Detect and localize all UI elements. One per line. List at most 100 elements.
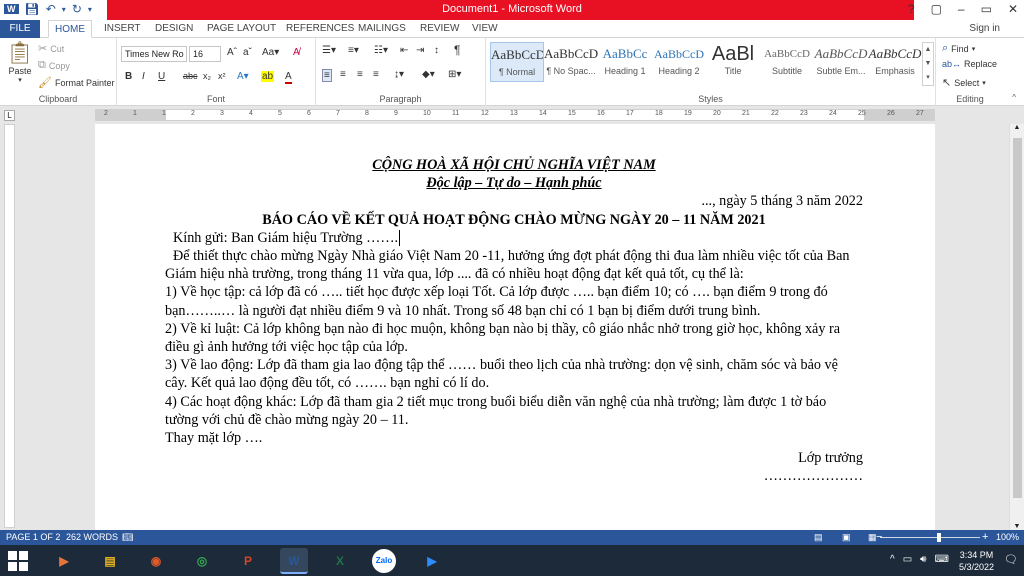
document-page[interactable]: CỘNG HOÀ XÃ HỘI CHỦ NGHĨA VIỆT NAM Độc l… [95, 124, 935, 530]
tab-design[interactable]: DESIGN [155, 20, 193, 38]
text-effects-icon[interactable]: A▾ [237, 71, 249, 82]
tab-file[interactable]: FILE [0, 20, 40, 38]
decrease-indent-icon[interactable]: ⇤ [400, 45, 408, 56]
tab-selector[interactable]: L [4, 110, 15, 121]
underline-button[interactable]: U [158, 71, 165, 82]
style-title[interactable]: AaBl Title [706, 42, 760, 82]
zoom-in-icon[interactable]: + [982, 531, 988, 543]
taskbar-file-explorer-icon[interactable]: ▤ [96, 548, 124, 574]
align-right-icon[interactable]: ≡ [357, 69, 363, 80]
numbering-icon[interactable]: ≡▾ [348, 45, 359, 56]
labor-paragraph[interactable]: 3) Về lao động: Lớp đã tham gia lao động… [165, 356, 863, 392]
show-formatting-icon[interactable]: ¶ [454, 43, 460, 57]
closing-line[interactable]: Thay mặt lớp …. [165, 429, 863, 447]
motto-heading[interactable]: Độc lập – Tự do – Hạnh phúc [165, 174, 863, 192]
zoom-level[interactable]: 100% [996, 532, 1019, 542]
style-no-spacing[interactable]: AaBbCcDc ¶ No Spac... [544, 42, 598, 82]
taskbar-excel-icon[interactable]: X [326, 548, 354, 574]
tab-mailings[interactable]: MAILINGS [358, 20, 406, 38]
network-icon[interactable]: ▭ [903, 554, 912, 565]
minimize-button[interactable]: – [958, 2, 965, 16]
bold-button[interactable]: B [125, 71, 132, 82]
shrink-font-icon[interactable]: aˇ [243, 47, 252, 58]
select-button[interactable]: ↖ Select ▾ [942, 76, 986, 89]
align-center-icon[interactable]: ≡ [340, 69, 346, 80]
other-activities-paragraph[interactable]: 4) Các hoạt động khác: Lớp đã tham gia 2… [165, 393, 863, 429]
font-color-icon[interactable]: A [285, 71, 292, 84]
taskbar-zalo-icon[interactable]: Zalo [372, 549, 396, 573]
volume-icon[interactable]: 🔊︎ [920, 554, 926, 565]
strikethrough-button[interactable]: abc [183, 71, 198, 81]
document-body[interactable]: CỘNG HOÀ XÃ HỘI CHỦ NGHĨA VIỆT NAM Độc l… [165, 156, 863, 486]
zoom-slider-thumb[interactable] [937, 533, 941, 542]
close-button[interactable]: ✕ [1008, 2, 1018, 16]
date-line[interactable]: ..., ngày 5 tháng 3 năm 2022 [165, 192, 863, 210]
vertical-scrollbar[interactable]: ▲ ▼ [1009, 124, 1024, 530]
tab-insert[interactable]: INSERT [104, 20, 141, 38]
signer-title[interactable]: Lớp trưởng [165, 449, 863, 467]
zoom-slider[interactable] [880, 537, 980, 538]
taskbar-word-icon[interactable]: W [280, 548, 308, 574]
style-normal[interactable]: AaBbCcDc ¶ Normal [490, 42, 544, 82]
format-painter-button[interactable]: 🖌︎ Format Painter [38, 76, 115, 89]
scroll-down-icon[interactable]: ▼ [1010, 523, 1024, 530]
vertical-ruler[interactable] [4, 124, 15, 528]
start-button[interactable] [8, 551, 28, 571]
paste-button[interactable]: 📋︎ Paste ▾ [6, 40, 34, 84]
change-case-icon[interactable]: Aa▾ [262, 47, 279, 58]
taskbar-media-player-icon[interactable]: ▶ [50, 548, 78, 574]
subscript-button[interactable]: x₂ [203, 71, 211, 81]
horizontal-ruler[interactable]: 2 1 1 2 3 4 5 6 7 8 9 10 11 12 13 14 15 16 17 18 19 20 21 22 23 2… [95, 109, 935, 121]
national-heading[interactable]: CỘNG HOÀ XÃ HỘI CHỦ NGHĨA VIỆT NAM [165, 156, 863, 174]
find-button[interactable]: ⌕ Find ▾ [942, 42, 975, 55]
signature-dots[interactable]: ………………… [165, 467, 863, 485]
increase-indent-icon[interactable]: ⇥ [416, 45, 424, 56]
italic-button[interactable]: I [142, 71, 145, 82]
cut-button[interactable]: ✂ Cut [38, 42, 64, 55]
sign-in-link[interactable]: Sign in [969, 23, 1000, 34]
borders-icon[interactable]: ⊞▾ [448, 69, 461, 80]
tab-references[interactable]: REFERENCES [286, 20, 354, 38]
scroll-up-icon[interactable]: ▲ [1010, 124, 1024, 131]
greeting-line[interactable]: Kính gửi: Ban Giám hiệu Trường ……. [165, 229, 863, 247]
clock[interactable]: 3:34 PM 5/3/2022 [959, 549, 994, 573]
copy-button[interactable]: ⧉ Copy [38, 59, 70, 72]
report-title[interactable]: BÁO CÁO VỀ KẾT QUẢ HOẠT ĐỘNG CHÀO MỪNG N… [165, 211, 863, 229]
tab-review[interactable]: REVIEW [420, 20, 459, 38]
font-name-select[interactable]: Times New Ro [121, 46, 187, 62]
taskbar-powerpoint-icon[interactable]: P [234, 548, 262, 574]
study-paragraph[interactable]: 1) Về học tập: cả lớp đã có ….. tiết học… [165, 283, 863, 319]
styles-gallery-scroll[interactable]: ▲ ▼ ▾ [922, 42, 934, 86]
tab-view[interactable]: VIEW [472, 20, 498, 38]
taskbar-zoom-icon[interactable]: ▶ [418, 548, 446, 574]
keyboard-icon[interactable]: ⌨ [934, 554, 948, 565]
style-subtle-emphasis[interactable]: AaBbCcD Subtle Em... [814, 42, 868, 82]
notifications-icon[interactable]: 🗨︎ [1004, 553, 1018, 566]
style-subtitle[interactable]: AaBbCcD Subtitle [760, 42, 814, 82]
clear-formatting-icon[interactable]: A̸ [293, 47, 300, 58]
style-heading-2[interactable]: AaBbCcD Heading 2 [652, 42, 706, 82]
scrollbar-thumb[interactable] [1013, 138, 1022, 498]
collapse-ribbon-icon[interactable]: ^ [1012, 93, 1016, 102]
ribbon-display-button[interactable]: ▢ [931, 2, 942, 16]
replace-button[interactable]: ab↔ Replace [942, 59, 997, 69]
tray-overflow-icon[interactable]: ^ [890, 554, 895, 565]
grow-font-icon[interactable]: Aˆ [227, 47, 237, 58]
sort-icon[interactable]: ↕ [434, 45, 439, 56]
style-emphasis[interactable]: AaBbCcD Emphasis [868, 42, 922, 82]
align-left-icon[interactable]: ≡ [322, 69, 332, 82]
taskbar-chrome-icon[interactable]: ◎ [188, 548, 216, 574]
proofing-icon[interactable]: 📖︎ [122, 532, 133, 543]
read-mode-icon[interactable]: ▤ [814, 532, 823, 543]
restore-button[interactable]: ▭ [981, 2, 992, 16]
word-count[interactable]: 262 WORDS [66, 532, 118, 542]
page-count[interactable]: PAGE 1 OF 2 [6, 532, 60, 542]
style-heading-1[interactable]: AaBbCc Heading 1 [598, 42, 652, 82]
superscript-button[interactable]: x² [218, 71, 226, 81]
discipline-paragraph[interactable]: 2) Về kỉ luật: Cả lớp không bạn nào đi h… [165, 320, 863, 356]
justify-icon[interactable]: ≡ [373, 69, 379, 80]
bullets-icon[interactable]: ☰▾ [322, 45, 336, 56]
help-button[interactable]: ? [908, 2, 915, 16]
print-layout-icon[interactable]: ▣ [842, 532, 851, 543]
highlight-icon[interactable]: ab [261, 71, 275, 82]
